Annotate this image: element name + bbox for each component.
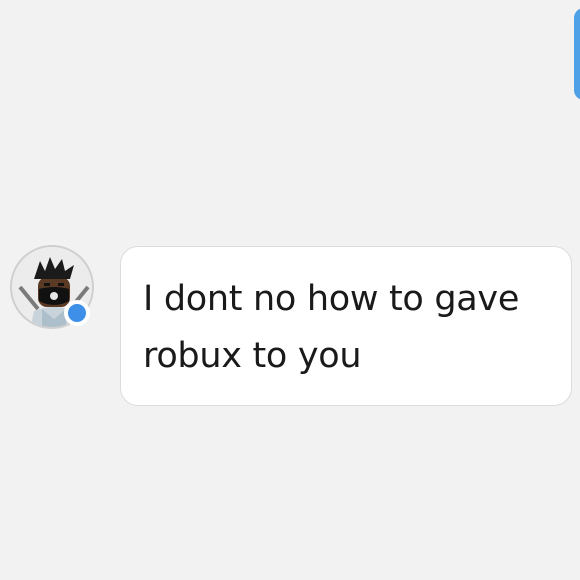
chat-area: I dont no how to gave robux to you (0, 0, 580, 580)
online-status-icon (64, 300, 90, 326)
message-text: I dont no how to gave robux to you (143, 279, 520, 376)
outgoing-message-bubble[interactable] (574, 8, 580, 100)
